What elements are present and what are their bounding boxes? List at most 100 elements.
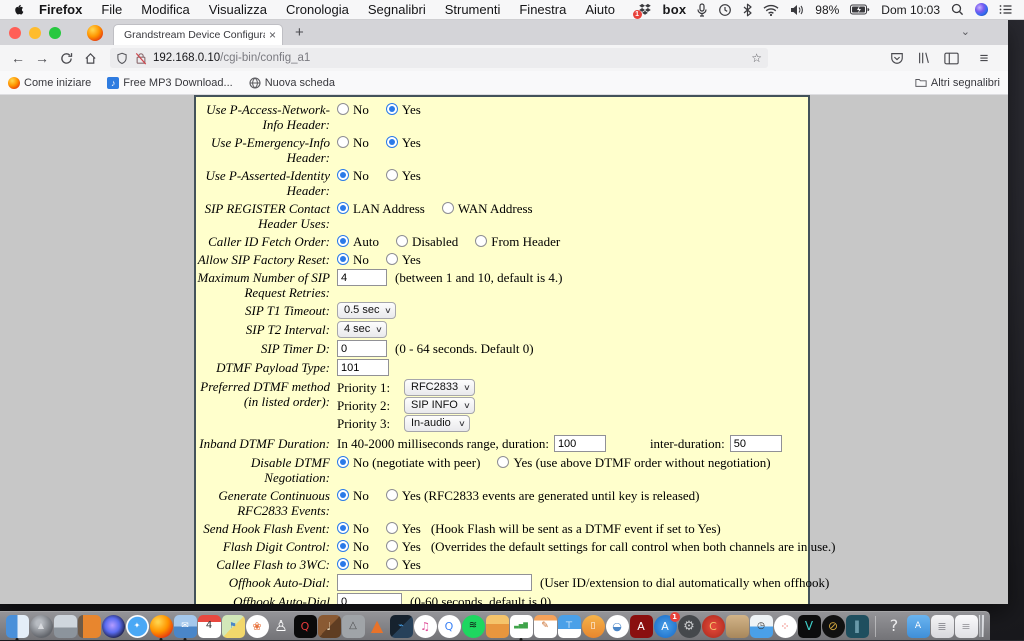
- radio-option[interactable]: Yes: [386, 557, 421, 572]
- dock-documents-stack-icon[interactable]: ≡: [955, 615, 978, 638]
- apple-menu-icon[interactable]: [12, 2, 25, 17]
- bookmark-free-mp3[interactable]: ♪ Free MP3 Download...: [107, 77, 232, 89]
- radio-option[interactable]: From Header: [475, 234, 560, 249]
- tab-close-icon[interactable]: ×: [269, 28, 276, 42]
- menu-item-strumenti[interactable]: Strumenti: [445, 2, 501, 17]
- pinned-tab-firefox-icon[interactable]: [87, 25, 103, 41]
- menu-item-finestra[interactable]: Finestra: [519, 2, 566, 17]
- radio-option[interactable]: Disabled: [396, 234, 458, 249]
- dock-protractor-icon[interactable]: ◒: [606, 615, 629, 638]
- bookmark-nuova-scheda[interactable]: Nuova scheda: [249, 77, 335, 89]
- radio-option[interactable]: No: [337, 539, 369, 554]
- library-icon[interactable]: [917, 51, 931, 65]
- dock-qmidi-icon[interactable]: Q: [294, 615, 317, 638]
- tracking-shield-icon[interactable]: [116, 52, 128, 65]
- radio-option[interactable]: Yes: [386, 135, 421, 150]
- sidebar-toggle-icon[interactable]: [944, 52, 959, 65]
- menu-item-cronologia[interactable]: Cronologia: [286, 2, 349, 17]
- dock-calendar-icon[interactable]: 4: [198, 615, 221, 638]
- insecure-lock-icon[interactable]: [135, 52, 147, 65]
- url-bar[interactable]: 192.168.0.10/cgi-bin/config_a1 ☆: [110, 48, 768, 68]
- radio-option[interactable]: Yes: [386, 168, 421, 183]
- radio-option[interactable]: No (negotiate with peer): [337, 455, 480, 470]
- siri-icon[interactable]: [975, 3, 988, 16]
- radio-option[interactable]: No: [337, 252, 369, 267]
- dock-spotify-icon[interactable]: ≋: [462, 615, 485, 638]
- radio-option[interactable]: Yes: [386, 521, 421, 536]
- radio-option[interactable]: No: [337, 521, 369, 536]
- menu-item-aiuto[interactable]: Aiuto: [585, 2, 615, 17]
- time-machine-icon[interactable]: [718, 3, 732, 17]
- dropdown-select[interactable]: 4 sec∨: [337, 321, 387, 338]
- microphone-icon[interactable]: [697, 3, 707, 17]
- hamburger-menu-icon[interactable]: ≡: [972, 47, 996, 69]
- dock-siri-icon[interactable]: [102, 615, 125, 638]
- dock-scale-app-icon[interactable]: ◷: [750, 615, 773, 638]
- box-menu-icon[interactable]: box: [663, 2, 687, 17]
- forward-button[interactable]: →: [30, 47, 54, 69]
- radio-option[interactable]: Yes (use above DTMF order without negoti…: [497, 455, 770, 470]
- dock-quicktime-icon[interactable]: Q: [438, 615, 461, 638]
- menu-clock[interactable]: Dom 10:03: [881, 3, 940, 17]
- dock-launchpad-icon[interactable]: ▲: [30, 615, 53, 638]
- dock-archive-box-icon[interactable]: [486, 615, 509, 638]
- inter-duration-input[interactable]: [730, 435, 782, 452]
- text-input[interactable]: [337, 574, 532, 591]
- dock-notes-icon[interactable]: [78, 615, 101, 638]
- dock-maps-icon[interactable]: ⚑: [222, 615, 245, 638]
- menu-item-modifica[interactable]: Modifica: [141, 2, 189, 17]
- dock-firefox-icon[interactable]: [150, 615, 173, 638]
- window-zoom-button[interactable]: [49, 27, 61, 39]
- text-input[interactable]: [337, 593, 402, 604]
- dock-gold-ring-app-icon[interactable]: ⊘: [822, 615, 845, 638]
- text-input[interactable]: [337, 359, 389, 376]
- dock-safari-icon[interactable]: ✦: [126, 615, 149, 638]
- bookmark-come-iniziare[interactable]: Come iniziare: [8, 77, 91, 89]
- dock-vlc-icon[interactable]: ▲: [366, 615, 389, 638]
- radio-option[interactable]: WAN Address: [442, 201, 533, 216]
- new-tab-button[interactable]: +: [295, 24, 304, 41]
- dock-acrobat-icon[interactable]: A: [630, 615, 653, 638]
- priority-select[interactable]: RFC2833∨: [404, 379, 475, 396]
- spotlight-search-icon[interactable]: [951, 3, 964, 16]
- dock-downloads-stack-icon[interactable]: ≣: [931, 615, 954, 638]
- dock-ibooks-icon[interactable]: ▯: [582, 615, 605, 638]
- tab-grandstream[interactable]: Grandstream Device Configuration ×: [113, 24, 283, 45]
- dock-ccleaner-icon[interactable]: C: [702, 615, 725, 638]
- dock-mission-control-icon[interactable]: [54, 615, 77, 638]
- bluetooth-icon[interactable]: [743, 3, 752, 17]
- priority-select[interactable]: In-audio∨: [404, 415, 470, 432]
- dock-finder-icon[interactable]: [6, 615, 29, 638]
- bookmark-star-icon[interactable]: ☆: [751, 51, 762, 65]
- wifi-icon[interactable]: [763, 4, 779, 16]
- radio-option[interactable]: No: [337, 488, 369, 503]
- duration-input[interactable]: [554, 435, 606, 452]
- dock-app-store-icon[interactable]: A1: [654, 615, 677, 638]
- menu-item-visualizza[interactable]: Visualizza: [209, 2, 267, 17]
- radio-option[interactable]: Yes (RFC2833 events are generated until …: [386, 488, 700, 503]
- pocket-icon[interactable]: [890, 51, 904, 65]
- dropbox-icon[interactable]: 1: [638, 3, 652, 16]
- radio-option[interactable]: LAN Address: [337, 201, 425, 216]
- radio-option[interactable]: Yes: [386, 102, 421, 117]
- dock-binder-app-icon[interactable]: ‖: [846, 615, 869, 638]
- window-minimize-button[interactable]: [29, 27, 41, 39]
- dock-applications-folder-icon[interactable]: A: [907, 615, 930, 638]
- other-bookmarks-button[interactable]: Altri segnalibri: [915, 77, 1000, 89]
- dock-white-figure-app-icon[interactable]: ♙: [270, 615, 293, 638]
- dock-metronome-icon[interactable]: △: [342, 615, 365, 638]
- radio-option[interactable]: Yes: [386, 539, 421, 554]
- radio-option[interactable]: No: [337, 102, 369, 117]
- dock-v-app-icon[interactable]: V: [798, 615, 821, 638]
- text-input[interactable]: [337, 340, 387, 357]
- reload-button[interactable]: [54, 47, 78, 69]
- radio-option[interactable]: No: [337, 135, 369, 150]
- dock-system-preferences-icon[interactable]: ⚙: [678, 615, 701, 638]
- menu-item-segnalibri[interactable]: Segnalibri: [368, 2, 426, 17]
- dock-itunes-icon[interactable]: ♫: [414, 615, 437, 638]
- dock-keynote-icon[interactable]: ⊤: [558, 615, 581, 638]
- dock-pages-icon[interactable]: ✎: [534, 615, 557, 638]
- radio-option[interactable]: No: [337, 168, 369, 183]
- trash-icon[interactable]: [978, 615, 985, 637]
- dock-photos-icon[interactable]: ❀: [246, 615, 269, 638]
